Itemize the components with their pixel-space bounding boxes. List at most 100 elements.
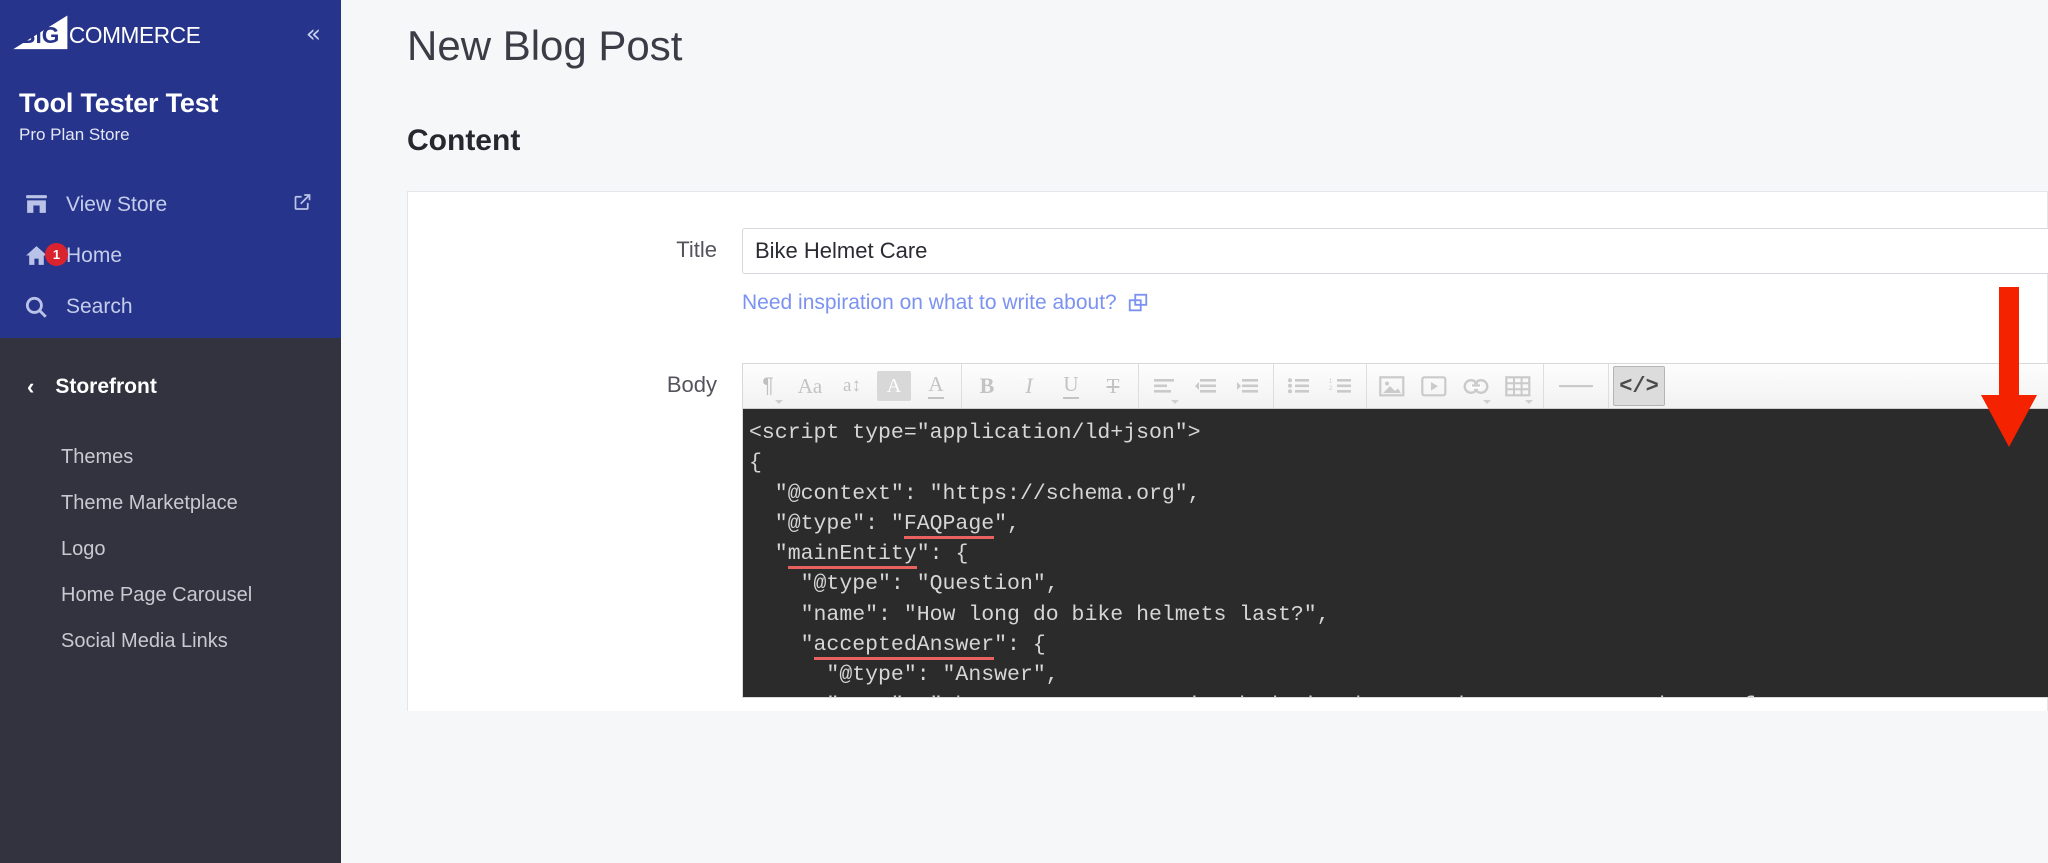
nav-label-search: Search	[66, 296, 133, 317]
highlight-a-icon: A	[887, 375, 901, 398]
insert-video-button[interactable]	[1413, 364, 1455, 408]
bold-button[interactable]: B	[966, 364, 1008, 408]
inspiration-link-text: Need inspiration on what to write about?	[742, 291, 1117, 315]
submenu-item-themes[interactable]: Themes	[0, 434, 341, 480]
code-editor-content: <script type="application/ld+json"> { "@…	[747, 418, 2048, 698]
title-input[interactable]	[742, 228, 2048, 274]
submenu-item-logo[interactable]: Logo	[0, 526, 341, 572]
new-window-icon	[1127, 292, 1149, 314]
align-left-icon	[1152, 377, 1176, 395]
strikethrough-button[interactable]: T	[1092, 364, 1134, 408]
svg-text:COMMERCE: COMMERCE	[69, 22, 201, 48]
decrease-indent-button[interactable]	[1185, 364, 1227, 408]
code-line: "@context": "https://schema.org",	[749, 482, 1201, 506]
app-root: BIG COMMERCE « Tool Tester Test Pro Plan…	[0, 0, 2048, 863]
toolbar-group-rule	[1544, 364, 1609, 408]
page-title: New Blog Post	[341, 0, 2048, 70]
inspiration-link[interactable]: Need inspiration on what to write about?	[742, 291, 1149, 315]
chevron-down-icon	[775, 400, 783, 404]
chevron-down-icon	[1171, 400, 1179, 404]
chevron-left-icon: ‹	[27, 376, 34, 398]
rich-text-editor: ¶ Aa a↕ A	[742, 363, 2048, 698]
nav-item-search[interactable]: Search	[0, 281, 341, 332]
home-icon: 1	[19, 241, 53, 271]
logo-row: BIG COMMERCE «	[0, 0, 341, 62]
body-field-control: ¶ Aa a↕ A	[742, 363, 2048, 698]
image-icon	[1379, 376, 1405, 397]
content-panel: Title Need inspiration on what to write …	[407, 191, 2048, 711]
submenu-item-social-media-links[interactable]: Social Media Links	[0, 618, 341, 664]
code-view-button[interactable]: </>	[1613, 366, 1665, 406]
paragraph-icon: ¶	[762, 374, 773, 398]
toolbar-group-insert	[1367, 364, 1544, 408]
italic-icon: I	[1025, 373, 1032, 399]
misspelled-word: FAQPage	[904, 512, 994, 539]
sidebar-collapse-icon[interactable]: «	[306, 14, 319, 46]
chevron-down-icon	[1483, 400, 1491, 404]
editor-toolbar: ¶ Aa a↕ A	[742, 363, 2048, 409]
primary-nav: View Store 1 Home	[0, 179, 341, 332]
bullet-list-icon	[1287, 377, 1311, 395]
submenu-item-home-page-carousel[interactable]: Home Page Carousel	[0, 572, 341, 618]
code-line: "@type": "Answer",	[749, 663, 1059, 687]
underline-icon: U	[1063, 373, 1078, 398]
horizontal-rule-button[interactable]	[1548, 364, 1604, 408]
code-line: {	[749, 451, 762, 475]
toolbar-group-text-style: ¶ Aa a↕ A	[743, 364, 962, 408]
external-link-icon[interactable]	[292, 191, 313, 218]
title-field-control: Need inspiration on what to write about?	[742, 228, 2048, 315]
font-size-button[interactable]: a↕	[831, 364, 873, 408]
italic-button[interactable]: I	[1008, 364, 1050, 408]
storefront-submenu: ‹ Storefront Themes Theme Marketplace Lo…	[0, 338, 341, 863]
body-field-label: Body	[408, 363, 742, 407]
body-field-row: Body ¶ Aa	[408, 315, 2047, 698]
numbered-list-icon: 1 2	[1329, 377, 1353, 395]
video-icon	[1421, 376, 1447, 397]
title-field-row: Title Need inspiration on what to write …	[408, 192, 2047, 315]
chevron-down-icon	[1525, 400, 1533, 404]
svg-text:BIG: BIG	[19, 22, 59, 48]
align-left-button[interactable]	[1143, 364, 1185, 408]
paragraph-format-button[interactable]: ¶	[747, 364, 789, 408]
code-line: "name": "How long do bike helmets last?"…	[749, 603, 1330, 627]
code-line: "mainEntity": {	[749, 542, 968, 569]
bold-icon: B	[980, 373, 995, 399]
insert-image-button[interactable]	[1371, 364, 1413, 408]
submenu-back-storefront[interactable]: ‹ Storefront	[0, 364, 341, 410]
submenu-list: Themes Theme Marketplace Logo Home Page …	[0, 434, 341, 664]
font-family-icon: Aa	[798, 374, 823, 399]
indent-icon	[1236, 377, 1260, 395]
home-notification-badge: 1	[45, 243, 68, 266]
bigcommerce-logo[interactable]: BIG COMMERCE	[10, 14, 230, 52]
store-plan: Pro Plan Store	[0, 119, 341, 145]
numbered-list-button[interactable]: 1 2	[1320, 364, 1362, 408]
insert-table-button[interactable]	[1497, 364, 1539, 408]
toolbar-group-lists: 1 2	[1274, 364, 1367, 408]
strikethrough-icon: T	[1107, 374, 1120, 399]
svg-text:1: 1	[1329, 379, 1333, 385]
increase-indent-button[interactable]	[1227, 364, 1269, 408]
code-line: "text": "The government testing body in …	[749, 694, 1755, 698]
nav-label-view-store: View Store	[66, 194, 167, 215]
font-size-icon: a↕	[843, 375, 861, 397]
nav-item-home[interactable]: 1 Home	[0, 230, 341, 281]
misspelled-word: mainEntity	[788, 542, 917, 569]
code-editor-area[interactable]: <script type="application/ld+json"> { "@…	[742, 409, 2048, 698]
code-line: "@type": "FAQPage",	[749, 512, 1020, 539]
misspelled-word: acceptedAnswer	[814, 633, 995, 660]
text-highlight-color-button[interactable]: A	[877, 371, 911, 401]
insert-link-button[interactable]	[1455, 364, 1497, 408]
bulleted-list-button[interactable]	[1278, 364, 1320, 408]
text-color-a-icon: A	[928, 373, 943, 398]
horizontal-rule-icon	[1559, 383, 1593, 389]
underline-button[interactable]: U	[1050, 364, 1092, 408]
search-icon	[19, 292, 53, 322]
storefront-icon	[19, 190, 53, 220]
text-color-button[interactable]: A	[915, 364, 957, 408]
submenu-item-theme-marketplace[interactable]: Theme Marketplace	[0, 480, 341, 526]
code-line: "@type": "Question",	[749, 572, 1059, 596]
link-icon	[1462, 378, 1490, 395]
font-family-button[interactable]: Aa	[789, 364, 831, 408]
nav-item-view-store[interactable]: View Store	[0, 179, 341, 230]
section-title-content: Content	[341, 70, 2048, 158]
